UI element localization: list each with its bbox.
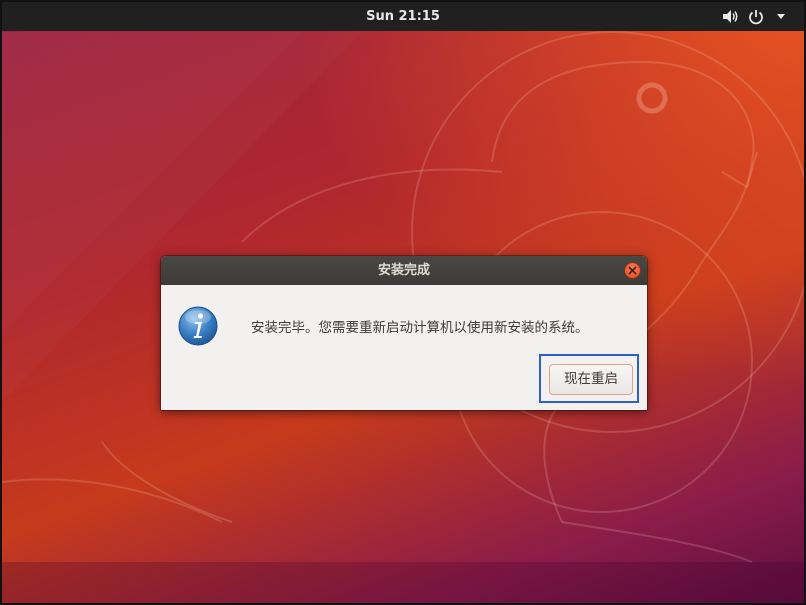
menu-arrow-icon[interactable] bbox=[772, 2, 794, 31]
close-icon bbox=[628, 266, 637, 275]
install-complete-dialog: 安装完成 安装完毕。您需要重新启动计算机以使用新安装的系统。 现在重启 bbox=[161, 256, 647, 410]
restart-now-button[interactable]: 现在重启 bbox=[549, 364, 633, 395]
dialog-header[interactable]: 安装完成 bbox=[161, 256, 647, 285]
close-button[interactable] bbox=[624, 262, 641, 279]
dialog-message: 安装完毕。您需要重新启动计算机以使用新安装的系统。 bbox=[251, 320, 589, 336]
info-icon bbox=[178, 306, 218, 346]
system-tray[interactable] bbox=[716, 2, 794, 31]
power-icon[interactable] bbox=[746, 2, 768, 31]
desktop: Sun 21:15 安装完成 安装完毕。您需要重新启动计算机以使用新安装的系统。… bbox=[0, 0, 806, 605]
top-bar: Sun 21:15 bbox=[2, 2, 804, 31]
clock[interactable]: Sun 21:15 bbox=[2, 2, 804, 31]
volume-icon[interactable] bbox=[720, 2, 742, 31]
dialog-title: 安装完成 bbox=[377, 263, 430, 278]
